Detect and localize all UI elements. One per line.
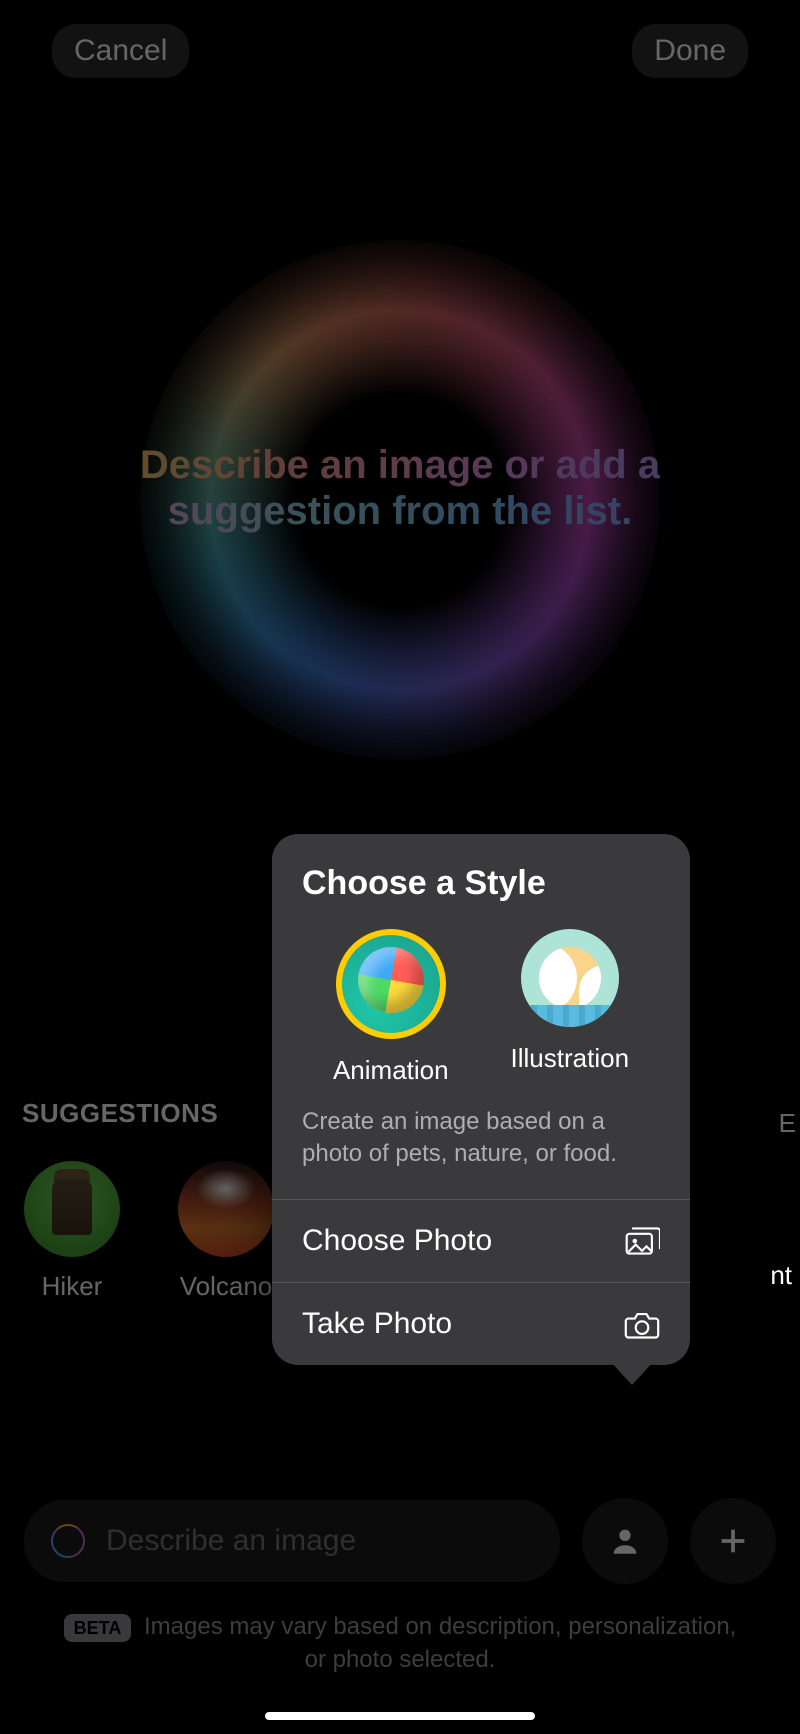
person-icon — [608, 1524, 642, 1558]
popover-title: Choose a Style — [302, 864, 660, 903]
home-indicator — [265, 1712, 535, 1720]
disclaimer: BETA Images may vary based on descriptio… — [50, 1611, 750, 1676]
style-label: Animation — [333, 1055, 449, 1086]
navigation-bar: Cancel Done — [0, 24, 800, 78]
prompt-input-container[interactable] — [24, 1500, 560, 1582]
sparkle-loop-icon — [46, 1519, 90, 1563]
partial-suggestion-tail: nt — [770, 1260, 792, 1291]
backpack-icon — [24, 1161, 120, 1257]
partial-category-letter: E — [779, 1108, 796, 1139]
cancel-button[interactable]: Cancel — [52, 24, 189, 78]
plus-icon — [716, 1524, 750, 1558]
suggestion-label: Volcano — [180, 1271, 273, 1302]
input-row — [24, 1498, 776, 1584]
add-button[interactable] — [690, 1498, 776, 1584]
photo-stack-icon — [624, 1224, 660, 1258]
choose-photo-button[interactable]: Choose Photo — [272, 1199, 690, 1282]
person-button[interactable] — [582, 1498, 668, 1584]
style-popover: Choose a Style Animation Illustration Cr… — [272, 834, 690, 1365]
style-option-illustration[interactable]: Illustration — [511, 929, 630, 1086]
popover-description: Create an image based on a photo of pets… — [302, 1106, 660, 1179]
background-glow — [0, 130, 800, 870]
disclaimer-text: Images may vary based on description, pe… — [144, 1613, 736, 1672]
camera-icon — [624, 1307, 660, 1341]
take-photo-button[interactable]: Take Photo — [272, 1282, 690, 1365]
suggestion-volcano[interactable]: Volcano — [176, 1161, 276, 1302]
beachball-colorful-icon — [336, 929, 446, 1039]
volcano-icon — [178, 1161, 274, 1257]
style-options: Animation Illustration — [302, 929, 660, 1086]
choose-photo-label: Choose Photo — [302, 1224, 492, 1258]
style-label: Illustration — [511, 1043, 630, 1074]
beachball-pastel-icon — [521, 929, 619, 1027]
beta-badge: BETA — [64, 1614, 132, 1642]
suggestion-hiker[interactable]: Hiker — [22, 1161, 122, 1302]
style-option-animation[interactable]: Animation — [333, 929, 449, 1086]
suggestion-label: Hiker — [42, 1271, 103, 1302]
done-button[interactable]: Done — [632, 24, 748, 78]
prompt-input[interactable] — [104, 1523, 560, 1559]
take-photo-label: Take Photo — [302, 1307, 452, 1341]
